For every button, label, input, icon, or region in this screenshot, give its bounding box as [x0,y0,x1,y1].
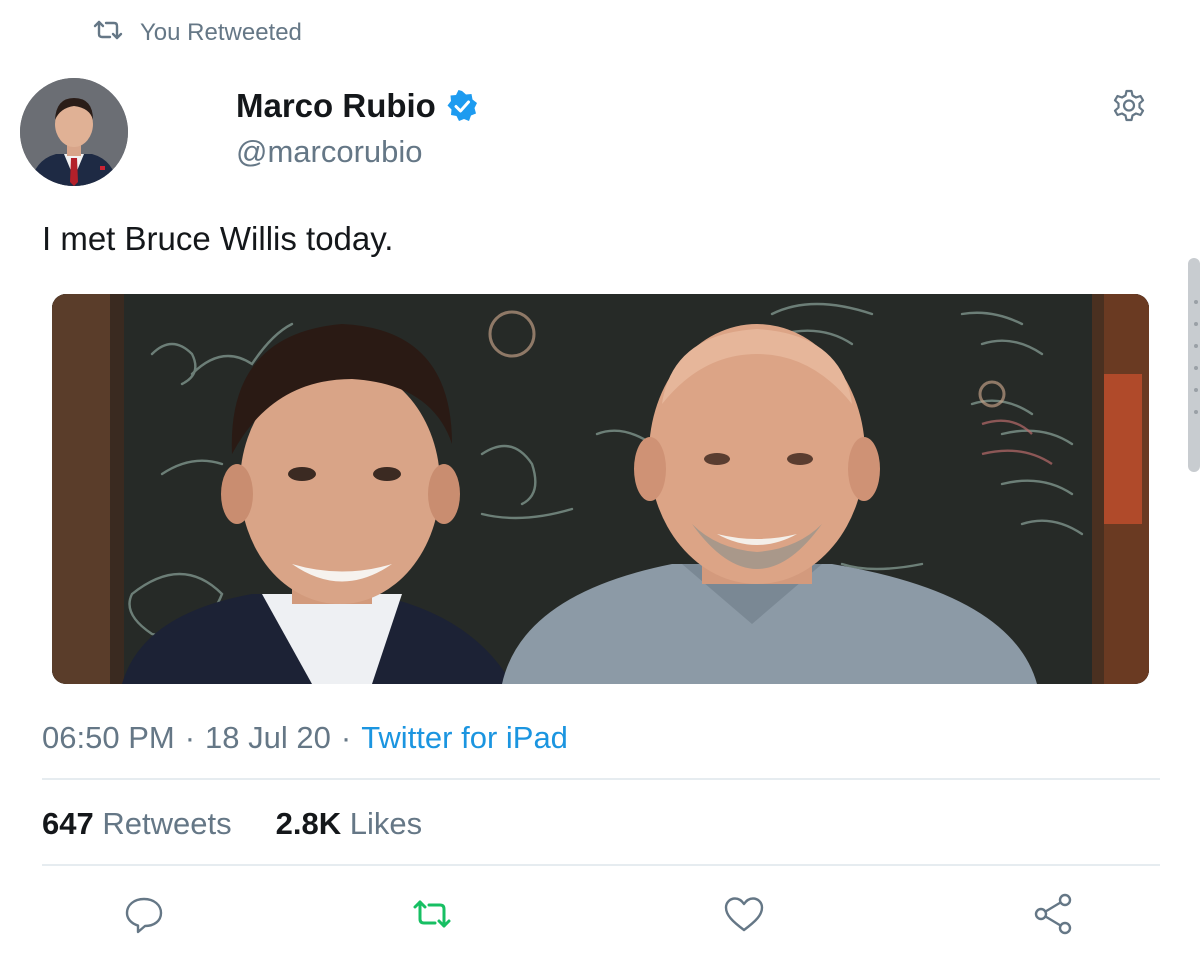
gear-icon[interactable] [1110,88,1148,126]
meta-separator: · [340,720,352,755]
likes-count: 2.8K [275,806,342,841]
retweets-stat[interactable]: 647 Retweets [42,806,232,842]
retweets-label: Retweets [102,806,232,841]
reply-icon [125,897,163,934]
retweet-context-text: You Retweeted [140,19,302,46]
scrollbar-grip [1194,410,1198,414]
scrollbar-grip [1194,366,1198,370]
meta-separator: · [184,720,196,755]
divider [42,864,1160,866]
retweets-count: 647 [42,806,94,841]
user-handle[interactable]: @marcorubio [236,134,478,170]
verified-badge-icon [446,90,478,122]
retweet-icon [413,900,451,928]
engagement-stats: 647 Retweets 2.8K Likes [42,804,422,844]
author-block[interactable]: Marco Rubio @marcorubio [236,84,478,170]
like-button[interactable] [720,890,768,938]
display-name[interactable]: Marco Rubio [236,87,436,125]
retweet-context: You Retweeted [92,18,302,48]
reply-button[interactable] [120,890,168,938]
scrollbar-grip [1194,344,1198,348]
scrollbar[interactable] [1188,258,1200,472]
likes-stat[interactable]: 2.8K Likes [276,806,422,842]
tweet-date: 18 Jul 20 [205,720,331,755]
divider [42,778,1160,780]
likes-label: Likes [349,806,423,841]
scrollbar-grip [1194,322,1198,326]
scrollbar-grip [1194,300,1198,304]
tweet-text: I met Bruce Willis today. [42,220,394,257]
like-icon [724,897,764,932]
tweet-source-link[interactable]: Twitter for iPad [361,720,568,756]
tweet-metadata: 06:50 PM · 18 Jul 20 · Twitter for iPad [42,718,568,758]
tweet-photo[interactable] [52,294,1149,684]
avatar[interactable] [20,78,128,186]
retweet-icon [92,18,124,49]
retweet-button[interactable] [408,890,456,938]
scrollbar-grip [1194,388,1198,392]
share-button[interactable] [1030,890,1078,938]
share-icon [1034,893,1072,935]
tweet-time: 06:50 PM [42,720,175,755]
